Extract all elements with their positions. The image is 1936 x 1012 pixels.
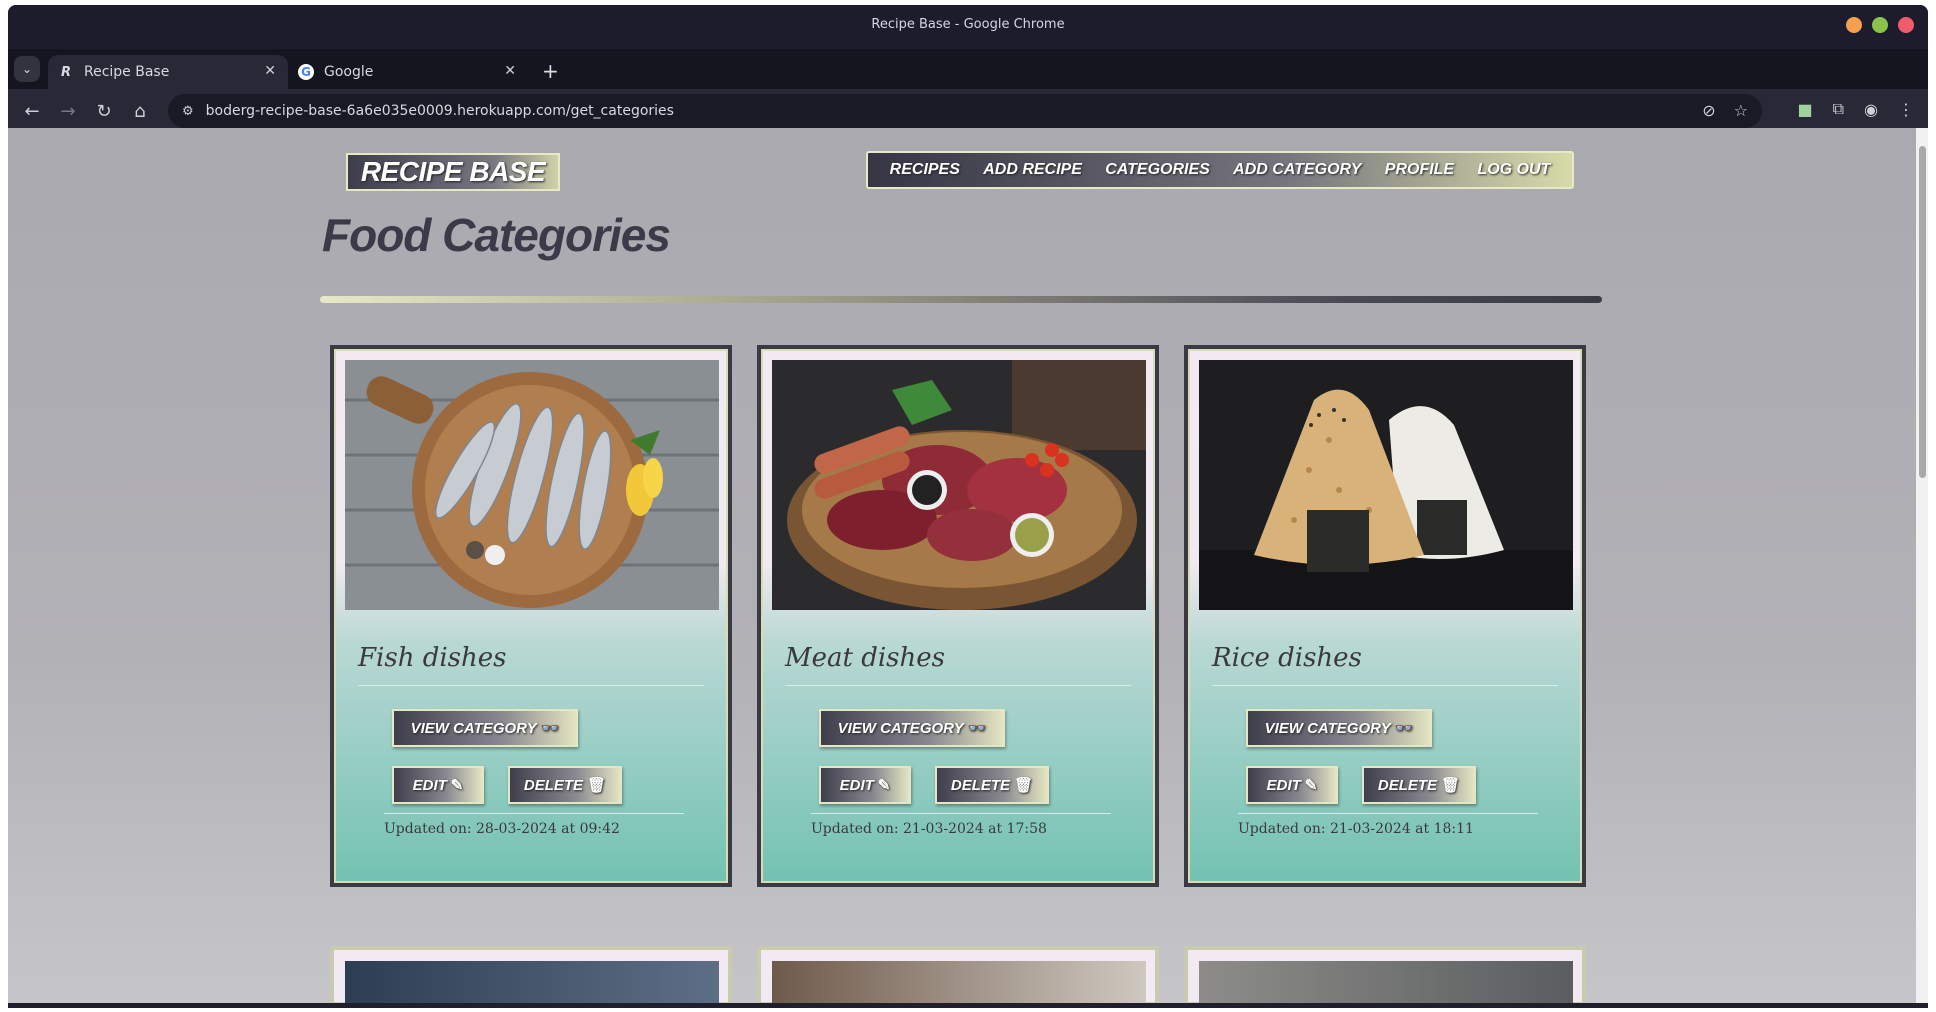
- trash-icon: 🗑: [1441, 777, 1461, 794]
- view-category-button[interactable]: VIEW CATEGORY 👓: [392, 709, 578, 747]
- extensions-puzzle-icon[interactable]: ⧉: [1833, 99, 1844, 119]
- button-label: VIEW CATEGORY: [1264, 719, 1391, 737]
- site-info-icon[interactable]: ⚙: [182, 104, 194, 119]
- divider: [785, 685, 1131, 686]
- category-card-partial: [330, 946, 732, 1003]
- edit-button[interactable]: EDIT ✎: [1246, 766, 1338, 804]
- category-name: Rice dishes: [1212, 643, 1362, 673]
- google-favicon-icon: G: [298, 64, 314, 80]
- web-page: RECIPE BASE RECIPES ADD RECIPE CATEGORIE…: [8, 128, 1916, 1003]
- recipe-base-favicon-icon: R: [60, 64, 71, 80]
- nav-profile[interactable]: PROFILE: [1385, 161, 1454, 179]
- button-label: DELETE: [523, 776, 584, 794]
- minimize-button[interactable]: [1846, 17, 1862, 33]
- meat-dishes-image: [772, 360, 1146, 610]
- trash-icon: 🗑: [587, 777, 607, 794]
- delete-button[interactable]: DELETE 🗑: [935, 766, 1049, 804]
- browser-toolbar: ← → ↻ ⌂ ⚙ boderg-recipe-base-6a6e035e000…: [8, 89, 1928, 133]
- home-icon[interactable]: ⌂: [126, 97, 154, 125]
- updated-timestamp: Updated on: 21-03-2024 at 18:11: [1238, 821, 1474, 837]
- delete-button[interactable]: DELETE 🗑: [508, 766, 622, 804]
- bookmark-star-icon[interactable]: ☆: [1734, 101, 1748, 120]
- tab-google[interactable]: G Google ✕: [288, 55, 528, 89]
- button-label: EDIT: [839, 776, 874, 794]
- omnibox-actions: ⊘ ☆: [1702, 101, 1748, 120]
- glasses-icon: 👓: [967, 720, 987, 737]
- category-image-partial: [345, 961, 719, 1003]
- category-name: Fish dishes: [358, 643, 507, 673]
- window-title: Recipe Base - Google Chrome: [871, 17, 1065, 32]
- updated-timestamp: Updated on: 21-03-2024 at 17:58: [811, 821, 1047, 837]
- main-nav: RECIPES ADD RECIPE CATEGORIES ADD CATEGO…: [866, 151, 1574, 189]
- delete-button[interactable]: DELETE 🗑: [1362, 766, 1476, 804]
- button-label: VIEW CATEGORY: [410, 719, 537, 737]
- divider: [1238, 813, 1538, 814]
- updated-timestamp: Updated on: 28-03-2024 at 09:42: [384, 821, 620, 837]
- category-card: Meat dishes VIEW CATEGORY 👓 EDIT ✎ DELETE 🗑…: [757, 345, 1159, 887]
- edit-button[interactable]: EDIT ✎: [392, 766, 484, 804]
- category-name: Meat dishes: [785, 643, 945, 673]
- nav-add-category[interactable]: ADD CATEGORY: [1233, 161, 1361, 179]
- button-label: DELETE: [950, 776, 1011, 794]
- forward-icon[interactable]: →: [54, 97, 82, 125]
- divider: [1212, 685, 1558, 686]
- scrollbar-thumb[interactable]: [1919, 146, 1926, 478]
- nav-categories[interactable]: CATEGORIES: [1105, 161, 1210, 179]
- button-label: EDIT: [412, 776, 447, 794]
- fish-dishes-image: [345, 360, 719, 610]
- view-category-button[interactable]: VIEW CATEGORY 👓: [1246, 709, 1432, 747]
- page-scrollbar[interactable]: [1916, 128, 1928, 1003]
- glasses-icon: 👓: [1394, 720, 1414, 737]
- close-tab-icon[interactable]: ✕: [264, 63, 276, 79]
- address-bar[interactable]: ⚙ boderg-recipe-base-6a6e035e0009.heroku…: [168, 94, 1762, 128]
- view-category-button[interactable]: VIEW CATEGORY 👓: [819, 709, 1005, 747]
- title-bar: Recipe Base - Google Chrome: [8, 5, 1928, 49]
- edit-button[interactable]: EDIT ✎: [819, 766, 911, 804]
- category-card: Fish dishes VIEW CATEGORY 👓 EDIT ✎ DELETE 🗑…: [330, 345, 732, 887]
- back-icon[interactable]: ←: [18, 97, 46, 125]
- page-title: Food Categories: [322, 209, 671, 261]
- category-card: Rice dishes VIEW CATEGORY 👓 EDIT ✎ DELETE 🗑…: [1184, 345, 1586, 887]
- category-image-partial: [1199, 961, 1573, 1003]
- button-label: DELETE: [1377, 776, 1438, 794]
- window-controls: [1846, 17, 1914, 33]
- divider: [811, 813, 1111, 814]
- profile-avatar-icon[interactable]: ◉: [1864, 100, 1878, 119]
- button-label: VIEW CATEGORY: [837, 719, 964, 737]
- close-tab-icon[interactable]: ✕: [504, 63, 516, 79]
- tab-recipe-base[interactable]: R Recipe Base ✕: [48, 55, 288, 89]
- nav-recipes[interactable]: RECIPES: [890, 161, 960, 179]
- edit-icon: ✎: [877, 777, 891, 794]
- new-tab-icon[interactable]: +: [542, 59, 559, 83]
- menu-kebab-icon[interactable]: ⋮: [1898, 100, 1914, 119]
- edit-icon: ✎: [450, 777, 464, 794]
- tab-label: Recipe Base: [84, 64, 170, 80]
- category-card-partial: [1184, 946, 1586, 1003]
- glasses-icon: 👓: [540, 720, 560, 737]
- url-text: boderg-recipe-base-6a6e035e0009.herokuap…: [205, 103, 674, 119]
- tab-label: Google: [324, 64, 374, 80]
- extension-icon[interactable]: ■: [1797, 100, 1812, 119]
- close-window-button[interactable]: [1898, 17, 1914, 33]
- nav-add-recipe[interactable]: ADD RECIPE: [983, 161, 1082, 179]
- maximize-button[interactable]: [1872, 17, 1888, 33]
- category-card-partial: [757, 946, 1159, 1003]
- extensions-area: ■ ⧉ ◉ ⋮: [1797, 99, 1914, 119]
- tracking-protection-icon[interactable]: ⊘: [1702, 101, 1715, 120]
- tab-bar: ⌄ R Recipe Base ✕ G Google ✕ +: [8, 49, 1928, 89]
- tab-search-button[interactable]: ⌄: [14, 56, 40, 82]
- button-label: EDIT: [1266, 776, 1301, 794]
- divider: [384, 813, 684, 814]
- title-divider: [320, 296, 1602, 303]
- edit-icon: ✎: [1304, 777, 1318, 794]
- category-image-partial: [772, 961, 1146, 1003]
- trash-icon: 🗑: [1014, 777, 1034, 794]
- reload-icon[interactable]: ↻: [90, 97, 118, 125]
- nav-log-out[interactable]: LOG OUT: [1477, 161, 1550, 179]
- rice-dishes-image: [1199, 360, 1573, 610]
- divider: [358, 685, 704, 686]
- site-logo[interactable]: RECIPE BASE: [346, 153, 560, 191]
